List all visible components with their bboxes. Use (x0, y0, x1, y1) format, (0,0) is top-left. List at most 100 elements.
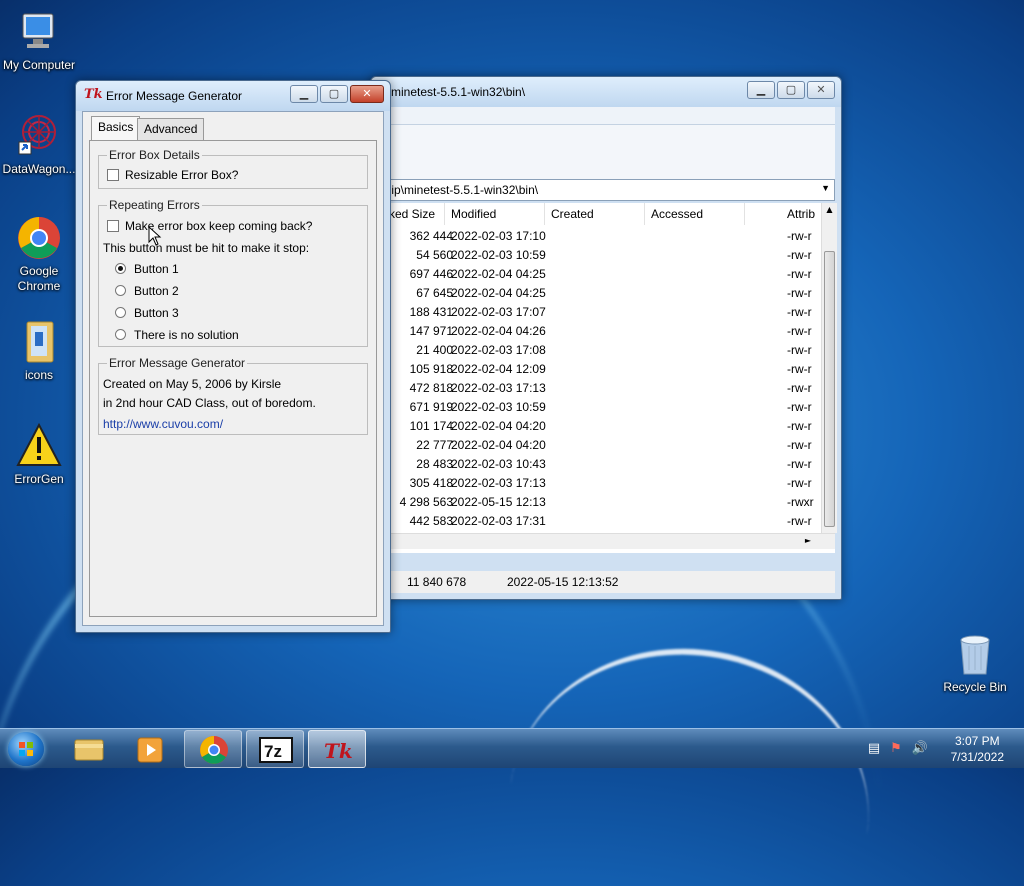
dialog-titlebar[interactable]: Tk Error Message Generator ▁ ▢ ✕ (76, 81, 390, 111)
archive-window[interactable]: minetest-5.5.1-win32\bin\ ▁ ▢ ✕ .zip\min… (370, 76, 842, 600)
radio-indicator[interactable] (115, 285, 126, 296)
dialog-title: Error Message Generator (106, 89, 243, 103)
close-button[interactable]: ✕ (807, 81, 835, 99)
about-group: Error Message Generator Created on May 5… (98, 356, 368, 435)
address-bar[interactable]: .zip\minetest-5.5.1-win32\bin\ ▼ (377, 179, 835, 201)
desktop-icon-icons-folder[interactable]: icons (0, 318, 79, 383)
taskbar-errorgen[interactable]: Tk (308, 730, 366, 768)
volume-icon[interactable]: 🔊 (912, 741, 928, 756)
column-header-accessed[interactable]: Accessed (645, 203, 745, 225)
action-center-icon[interactable]: ⚑ (890, 741, 902, 756)
modified-cell: 2022-02-04 04:20 (451, 438, 546, 452)
attrib-cell: -rw-r (787, 305, 812, 319)
maximize-icon: ▢ (328, 87, 340, 100)
table-row[interactable]: 28 483 2022-02-03 10:43 -rw-r (377, 455, 835, 474)
table-row[interactable]: 147 971 2022-02-04 04:26 -rw-r (377, 322, 835, 341)
maximize-icon: ▢ (785, 83, 797, 96)
desktop-icon-my-computer[interactable]: My Computer (0, 8, 79, 73)
table-row[interactable]: 105 918 2022-02-04 12:09 -rw-r (377, 360, 835, 379)
table-row[interactable]: 54 560 2022-02-03 10:59 -rw-r (377, 246, 835, 265)
radio-button-2[interactable]: Button 2 (115, 284, 179, 298)
clock[interactable]: 3:07 PM 7/31/2022 (951, 733, 1004, 765)
table-row[interactable]: 101 174 2022-02-04 04:20 -rw-r (377, 417, 835, 436)
toolbar (377, 125, 835, 179)
taskbar-7zip[interactable]: 7z (246, 730, 304, 768)
table-row[interactable]: 67 645 2022-02-04 04:25 -rw-r (377, 284, 835, 303)
desktop-icon-datawagon[interactable]: DataWagon... (0, 112, 79, 177)
resizable-checkbox[interactable] (107, 169, 119, 181)
dialog-maximize-button[interactable]: ▢ (320, 85, 348, 103)
desktop-icon-errorgen[interactable]: ErrorGen (0, 422, 79, 487)
column-header-created[interactable]: Created (545, 203, 645, 225)
radio-indicator[interactable] (115, 307, 126, 318)
table-row[interactable]: 671 919 2022-02-03 10:59 -rw-r (377, 398, 835, 417)
tk-icon: Tk (324, 739, 353, 763)
table-row[interactable]: 22 777 2022-02-04 04:20 -rw-r (377, 436, 835, 455)
dropdown-arrow-icon[interactable]: ▼ (821, 183, 830, 193)
repeat-checkbox-row[interactable]: Make error box keep coming back? (107, 219, 312, 233)
address-path: .zip\minetest-5.5.1-win32\bin\ (382, 183, 539, 197)
chrome-icon (15, 214, 63, 262)
radio-indicator[interactable] (115, 329, 126, 340)
maximize-button[interactable]: ▢ (777, 81, 805, 99)
vertical-scrollbar[interactable]: ▲ (821, 203, 837, 533)
start-button[interactable] (8, 732, 44, 766)
desktop-icon-label: Recycle Bin (943, 680, 1007, 694)
7zip-icon: 7z (259, 737, 293, 763)
radio-button-1[interactable]: Button 1 (115, 262, 179, 276)
file-list[interactable]: cked Size Modified Created Accessed Attr… (377, 203, 837, 553)
resizable-checkbox-row[interactable]: Resizable Error Box? (107, 168, 238, 182)
menu-bar (377, 107, 835, 125)
table-row[interactable]: 4 298 563 2022-05-15 12:13 -rwxr (377, 493, 835, 512)
table-row[interactable]: 697 446 2022-02-04 04:25 -rw-r (377, 265, 835, 284)
radio-indicator[interactable] (115, 263, 126, 274)
modified-cell: 2022-02-04 04:20 (451, 419, 546, 433)
table-row[interactable]: 21 400 2022-02-03 17:08 -rw-r (377, 341, 835, 360)
radio-label: Button 2 (134, 284, 179, 298)
taskbar-explorer[interactable] (60, 730, 118, 768)
modified-cell: 2022-02-03 10:59 (451, 248, 546, 262)
table-row[interactable]: 362 444 2022-02-03 17:10 -rw-r (377, 227, 835, 246)
attrib-cell: -rwxr (787, 495, 814, 509)
archive-titlebar[interactable]: minetest-5.5.1-win32\bin\ ▁ ▢ ✕ (371, 77, 841, 107)
minimize-button[interactable]: ▁ (747, 81, 775, 99)
attrib-cell: -rw-r (787, 362, 812, 376)
dialog-close-button[interactable]: ✕ (350, 85, 384, 103)
attrib-cell: -rw-r (787, 229, 812, 243)
homepage-link[interactable]: http://www.cuvou.com/ (103, 417, 223, 431)
error-generator-window[interactable]: Tk Error Message Generator ▁ ▢ ✕ Basics … (75, 80, 391, 633)
taskbar-chrome[interactable] (184, 730, 242, 768)
horizontal-scrollbar[interactable]: ► (377, 533, 835, 549)
tab-advanced[interactable]: Advanced (137, 118, 205, 140)
desktop-icon-recycle-bin[interactable]: Recycle Bin (935, 630, 1015, 695)
tab-basics[interactable]: Basics (91, 116, 141, 140)
desktop-icon-label: Google Chrome (17, 264, 61, 293)
taskbar-media-player[interactable] (122, 730, 180, 768)
radio-button-3[interactable]: Button 3 (115, 306, 179, 320)
radio-no-solution[interactable]: There is no solution (115, 328, 239, 342)
table-row[interactable]: 472 818 2022-02-03 17:13 -rw-r (377, 379, 835, 398)
modified-cell: 2022-02-03 17:13 (451, 476, 546, 490)
network-icon[interactable]: ▤ (868, 741, 880, 756)
table-row[interactable]: 188 431 2022-02-03 17:07 -rw-r (377, 303, 835, 322)
repeat-checkbox[interactable] (107, 220, 119, 232)
group-title: Error Message Generator (107, 356, 248, 370)
attrib-cell: -rw-r (787, 476, 812, 490)
recycle-bin-icon (951, 630, 999, 678)
status-date: 2022-05-15 12:13:52 (507, 575, 619, 589)
credit-line-1: Created on May 5, 2006 by Kirsle (103, 377, 282, 391)
scroll-up-icon[interactable]: ▲ (822, 205, 837, 214)
column-header-attrib[interactable]: Attrib (745, 203, 821, 225)
column-header-modified[interactable]: Modified (445, 203, 545, 225)
scroll-thumb[interactable] (824, 251, 835, 527)
modified-cell: 2022-02-04 04:25 (451, 267, 546, 281)
table-row[interactable]: 305 418 2022-02-03 17:13 -rw-r (377, 474, 835, 493)
table-row[interactable]: 442 583 2022-02-03 17:31 -rw-r (377, 512, 835, 531)
svg-text:7z: 7z (264, 742, 282, 761)
modified-cell: 2022-05-15 12:13 (451, 495, 546, 509)
dialog-minimize-button[interactable]: ▁ (290, 85, 318, 103)
svg-text:Tk: Tk (324, 739, 353, 763)
modified-cell: 2022-02-03 17:08 (451, 343, 546, 357)
desktop-icon-google-chrome[interactable]: Google Chrome (0, 214, 79, 294)
scroll-right-icon[interactable]: ► (805, 536, 811, 545)
